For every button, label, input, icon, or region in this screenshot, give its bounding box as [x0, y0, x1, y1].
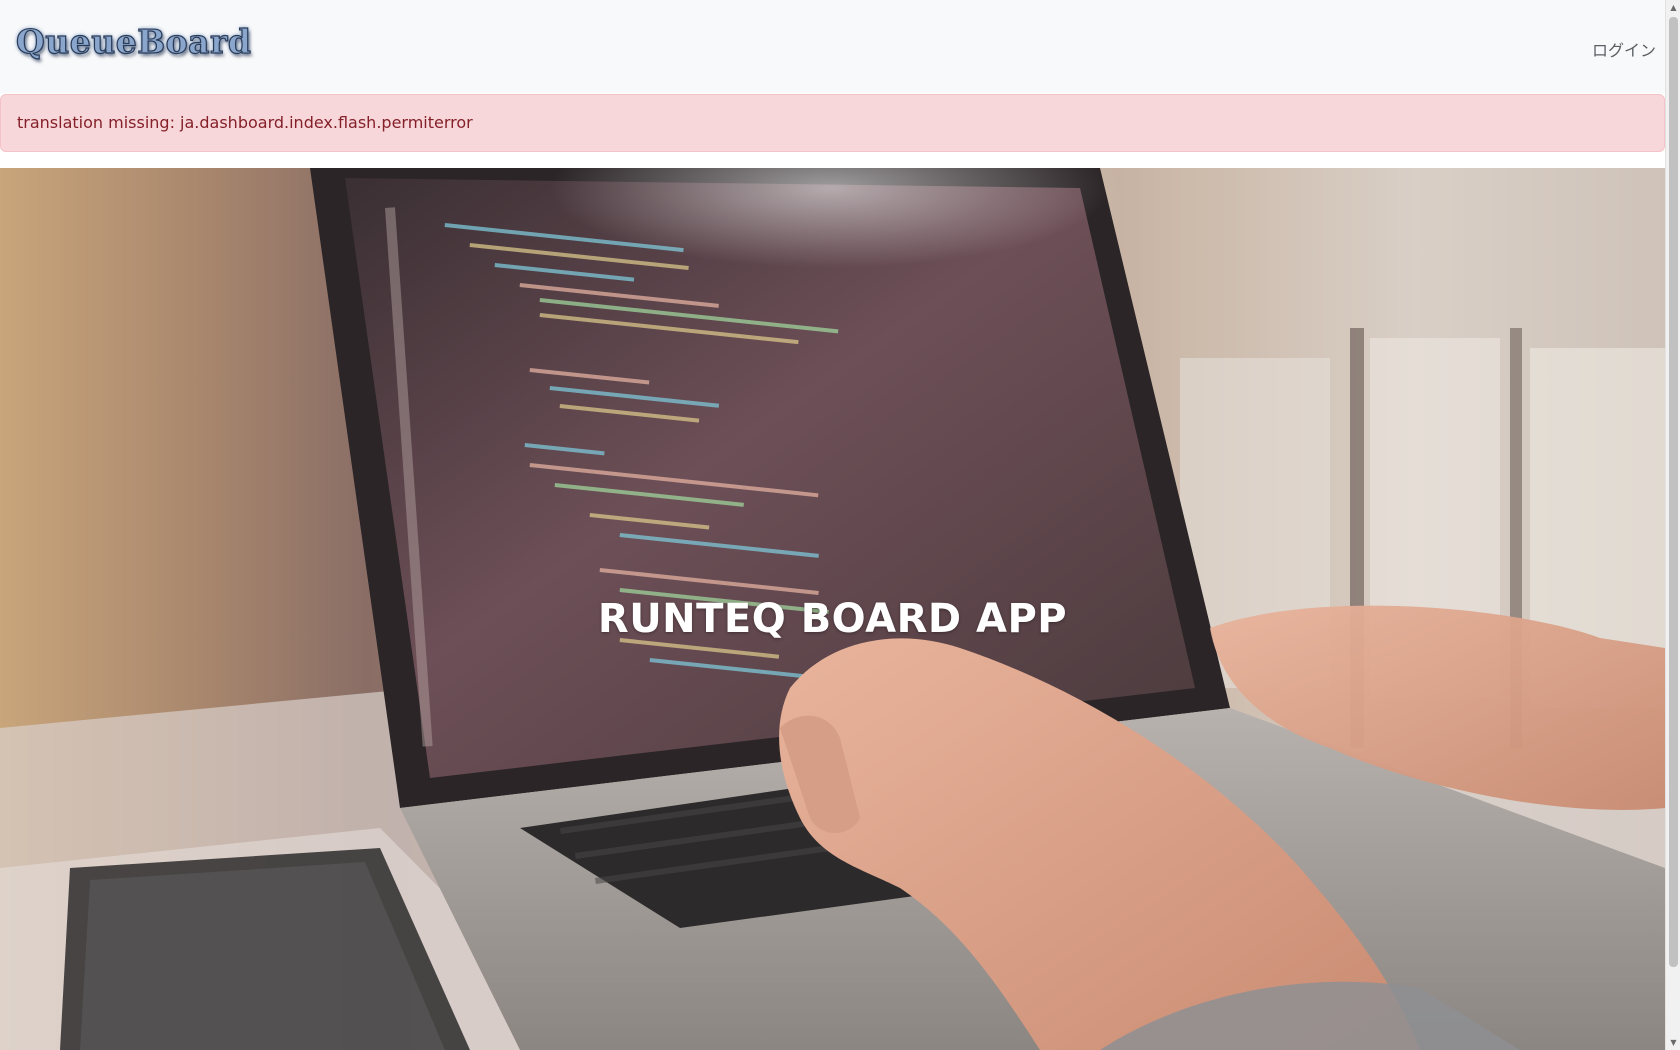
page-viewport: QueueBoard ログイン translation missing: ja.…: [0, 0, 1665, 1050]
navbar: QueueBoard ログイン: [0, 0, 1665, 93]
vertical-scrollbar[interactable]: ▲ ▼: [1665, 0, 1680, 1050]
brand-logo[interactable]: QueueBoard: [15, 21, 251, 61]
scroll-up-arrow-icon[interactable]: ▲: [1666, 0, 1680, 15]
hero-banner: RUNTEQ BOARD APP: [0, 168, 1665, 1050]
hero-title: RUNTEQ BOARD APP: [597, 596, 1068, 642]
scroll-down-arrow-icon[interactable]: ▼: [1666, 1035, 1680, 1050]
scrollbar-thumb[interactable]: [1669, 17, 1678, 967]
flash-alert: translation missing: ja.dashboard.index.…: [0, 94, 1665, 152]
login-link[interactable]: ログイン: [1592, 37, 1656, 61]
flash-message: translation missing: ja.dashboard.index.…: [17, 113, 473, 132]
